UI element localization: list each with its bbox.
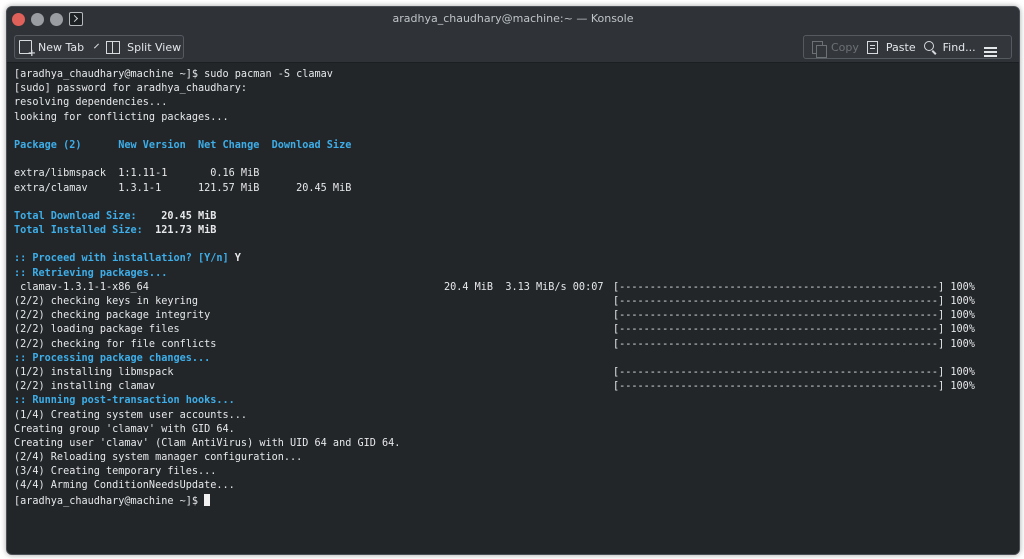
- terminal-value: Y: [228, 253, 241, 265]
- copy-icon: [812, 40, 827, 58]
- terminal-line: (1/4) Creating system user accounts...: [14, 409, 1019, 423]
- terminal-line: extra/libmspack 1:1.11-1 0.16 MiB: [14, 167, 1019, 181]
- terminal-line: Total Installed Size: 121.73 MiB: [14, 224, 1019, 238]
- terminal-line: (2/4) Reloading system manager configura…: [14, 451, 1019, 465]
- progress-bar: [---------------------------------------…: [613, 381, 975, 393]
- search-icon: [923, 41, 934, 51]
- terminal-label: :: Proceed with installation? [Y/n]: [14, 253, 229, 265]
- terminal-line: :: Running post-transaction hooks...: [14, 394, 1019, 408]
- terminal-header: :: Retrieving packages...: [14, 267, 168, 279]
- terminal-line: (2/2) loading package files [------------…: [14, 323, 1019, 337]
- terminal-line: Total Download Size: 20.45 MiB: [14, 210, 1019, 224]
- terminal-line: :: Proceed with installation? [Y/n] Y: [14, 252, 1019, 266]
- split-view-button[interactable]: Split View: [102, 36, 185, 58]
- terminal-line: clamav-1.3.1-1-x86_64 20.4 MiB 3.13 MiB/s…: [14, 281, 1019, 295]
- terminal-line: (2/2) installing clamav [----------------…: [14, 380, 1019, 394]
- terminal-line: (2/2) checking for file conflicts [------…: [14, 338, 1019, 352]
- progress-task: (1/2) installing libmspack: [14, 366, 174, 378]
- toolbar-right-group: Copy Paste Find...: [803, 35, 1012, 59]
- terminal-text: (1/4) Creating system user accounts...: [14, 409, 248, 421]
- find-button[interactable]: Find...: [920, 36, 980, 58]
- title-bar[interactable]: aradhya_chaudhary@machine:~ — Konsole: [7, 7, 1019, 32]
- progress-bar: [---------------------------------------…: [613, 338, 975, 350]
- terminal-text: extra/libmspack 1:1.11-1 0.16 MiB: [14, 168, 260, 180]
- terminal-line: resolving dependencies...: [14, 96, 1019, 110]
- progress-bar: [---------------------------------------…: [613, 281, 975, 293]
- terminal-label: Total Download Size:: [14, 210, 137, 222]
- terminal-text: (2/4) Reloading system manager configura…: [14, 452, 303, 464]
- new-tab-button[interactable]: New Tab: [15, 36, 88, 59]
- shell-prompt: [aradhya_chaudhary@machine ~]$: [14, 495, 199, 507]
- find-label: Find...: [942, 40, 976, 54]
- paste-icon: [866, 40, 878, 54]
- terminal-text: (4/4) Arming ConditionNeedsUpdate...: [14, 480, 235, 492]
- progress-bar: [---------------------------------------…: [613, 296, 975, 307]
- terminal-line: Package (2) New Version Net Change Downl…: [14, 139, 1019, 153]
- terminal-line: [aradhya_chaudhary@machine ~]$ sudo pacm…: [14, 68, 1019, 82]
- terminal-line: [aradhya_chaudhary@machine ~]$: [14, 493, 1019, 508]
- paste-button[interactable]: Paste: [863, 36, 920, 58]
- terminal-value: 20.45 MiB: [136, 210, 217, 222]
- terminal-label: Total Installed Size:: [14, 225, 143, 237]
- konsole-window: aradhya_chaudhary@machine:~ — Konsole Ne…: [6, 6, 1020, 555]
- terminal-line: looking for conflicting packages...: [14, 111, 1019, 125]
- terminal-text: [aradhya_chaudhary@machine ~]$ sudo pacm…: [14, 69, 333, 80]
- progress-bar: [---------------------------------------…: [613, 310, 975, 322]
- progress-task: (2/2) installing clamav: [14, 381, 156, 393]
- copy-label: Copy: [831, 40, 859, 54]
- progress-bar: [---------------------------------------…: [613, 366, 975, 378]
- toolbar: New Tab Split View Copy Paste Find...: [7, 32, 1019, 63]
- terminal-header: :: Running post-transaction hooks...: [14, 395, 235, 407]
- terminal-header: Package (2) New Version Net Change Downl…: [14, 139, 352, 151]
- terminal-text: Creating group 'clamav' with GID 64.: [14, 423, 235, 435]
- terminal-header: :: Processing package changes...: [14, 352, 211, 364]
- terminal-line: (2/2) checking package integrity [-------…: [14, 309, 1019, 323]
- new-tab-icon: [19, 40, 36, 59]
- window-title: aradhya_chaudhary@machine:~ — Konsole: [392, 12, 634, 25]
- copy-button[interactable]: Copy: [808, 36, 863, 58]
- terminal-line: [sudo] password for aradhya_chaudhary:: [14, 82, 1019, 96]
- terminal-line: (3/4) Creating temporary files...: [14, 465, 1019, 479]
- terminal-line: :: Processing package changes...: [14, 352, 1019, 366]
- split-view-icon: [106, 40, 121, 54]
- terminal-line: extra/clamav 1.3.1-1 121.57 MiB 20.45 Mi…: [14, 182, 1019, 196]
- progress-stats: 20.4 MiB 3.13 MiB/s 00:07: [444, 281, 604, 293]
- terminal-line: Creating group 'clamav' with GID 64.: [14, 423, 1019, 437]
- chevron-down-icon[interactable]: [94, 43, 100, 48]
- terminal-line: (4/4) Arming ConditionNeedsUpdate...: [14, 479, 1019, 493]
- new-tab-label: New Tab: [38, 40, 85, 54]
- hamburger-menu-icon[interactable]: [984, 47, 997, 49]
- terminal-text: extra/clamav 1.3.1-1 121.57 MiB 20.45 Mi…: [14, 182, 352, 194]
- terminal-text: resolving dependencies...: [14, 97, 168, 109]
- progress-bar: [---------------------------------------…: [613, 324, 975, 336]
- paste-label: Paste: [885, 40, 916, 54]
- progress-task: (2/2) loading package files: [14, 324, 180, 336]
- progress-task: (2/2) checking for file conflicts: [14, 338, 217, 350]
- terminal-text: Creating user 'clamav' (Clam AntiVirus) …: [14, 437, 401, 449]
- terminal-text: looking for conflicting packages...: [14, 111, 229, 123]
- terminal-line: (2/2) checking keys in keyring [---------…: [14, 295, 1019, 309]
- progress-task: (2/2) checking package integrity: [14, 310, 211, 322]
- terminal-value: 121.73 MiB: [142, 225, 217, 237]
- terminal-line: Creating user 'clamav' (Clam AntiVirus) …: [14, 437, 1019, 451]
- terminal-text: (3/4) Creating temporary files...: [14, 466, 217, 478]
- terminal-line: (1/2) installing libmspack [-------------…: [14, 366, 1019, 380]
- terminal-output[interactable]: [aradhya_chaudhary@machine ~]$ sudo pacm…: [7, 63, 1019, 554]
- terminal-text: [sudo] password for aradhya_chaudhary:: [14, 83, 248, 95]
- split-view-label: Split View: [127, 40, 182, 54]
- terminal-line: :: Retrieving packages...: [14, 267, 1019, 281]
- toolbar-left-group: New Tab Split View: [14, 35, 184, 59]
- progress-task: (2/2) checking keys in keyring: [14, 296, 199, 307]
- progress-task: clamav-1.3.1-1-x86_64: [14, 281, 149, 293]
- terminal-cursor: [204, 493, 211, 506]
